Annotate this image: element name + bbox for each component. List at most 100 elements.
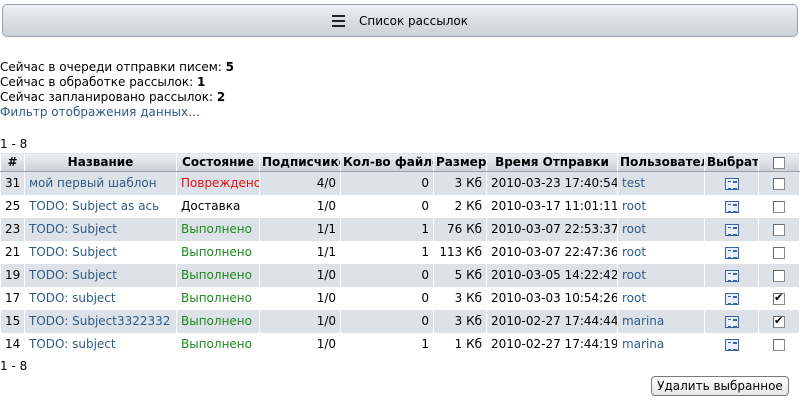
row-checkbox[interactable] (773, 200, 785, 213)
cell-select[interactable] (704, 240, 759, 264)
cell-user[interactable]: root (617, 217, 705, 241)
cell-checkbox[interactable] (758, 194, 800, 218)
col-header-id[interactable]: # (0, 152, 25, 172)
col-header-send-time[interactable]: Время Отправки (486, 152, 618, 172)
row-checkbox[interactable] (773, 223, 785, 236)
cell-files: 0 (340, 171, 434, 195)
select-all-checkbox[interactable] (773, 156, 785, 169)
cell-checkbox[interactable] (758, 171, 800, 195)
filter-link[interactable]: Фильтр отображения данных… (0, 105, 200, 119)
select-template-icon[interactable] (724, 200, 739, 213)
cell-send-time: 2010-03-17 11:01:11 (486, 194, 618, 218)
mailing-name-link[interactable]: TODO: Subject3322332 (29, 314, 170, 328)
mailing-name-link[interactable]: TODO: Subject (29, 245, 117, 259)
stat-scheduled: Сейчас запланировано рассылок: 2 (0, 90, 226, 104)
mailing-name-link[interactable]: TODO: Subject as acь (29, 199, 159, 213)
page-header: Список рассылок (2, 4, 798, 37)
cell-status: Выполнено (176, 263, 260, 287)
select-template-icon[interactable] (724, 177, 739, 190)
cell-user[interactable]: marina (617, 309, 705, 333)
mailing-name-link[interactable]: TODO: Subject (29, 268, 117, 282)
table-row: 15 TODO: Subject3322332 Выполнено 1/0 0 3 Кб 2… (0, 309, 800, 333)
cell-name[interactable]: TODO: subject (24, 286, 177, 310)
user-link[interactable]: root (622, 199, 646, 213)
cell-subscribers: 1/1 (259, 240, 341, 264)
cell-checkbox[interactable] (758, 217, 800, 241)
cell-size: 3 Кб (433, 286, 487, 310)
cell-id: 14 (0, 332, 25, 356)
user-link[interactable]: marina (622, 314, 664, 328)
row-checkbox[interactable] (773, 338, 785, 351)
mailing-name-link[interactable]: TODO: Subject (29, 222, 117, 236)
cell-subscribers: 1/1 (259, 217, 341, 241)
row-checkbox[interactable] (773, 269, 785, 282)
row-checkbox[interactable] (773, 314, 785, 328)
cell-select[interactable] (704, 332, 759, 356)
cell-name[interactable]: TODO: Subject (24, 217, 177, 241)
cell-files: 1 (340, 332, 434, 356)
row-checkbox[interactable] (773, 291, 785, 305)
cell-select[interactable] (704, 194, 759, 218)
cell-status: Повреждено (176, 171, 260, 195)
select-template-icon[interactable] (724, 269, 739, 282)
col-header-name[interactable]: Название (24, 152, 177, 172)
cell-name[interactable]: TODO: Subject (24, 240, 177, 264)
cell-select[interactable] (704, 217, 759, 241)
cell-user[interactable]: root (617, 194, 705, 218)
cell-name[interactable]: TODO: Subject as acь (24, 194, 177, 218)
user-link[interactable]: marina (622, 337, 664, 351)
pagination-range-bottom: 1 - 8 (0, 359, 28, 373)
col-header-user[interactable]: Пользователь (617, 152, 705, 172)
select-template-icon[interactable] (724, 315, 739, 328)
cell-checkbox[interactable] (758, 286, 800, 310)
cell-user[interactable]: root (617, 240, 705, 264)
mailing-name-link[interactable]: мой первый шаблон (29, 176, 157, 190)
col-header-subscribers[interactable]: Подписчиков (259, 152, 341, 172)
user-link[interactable]: test (622, 176, 645, 190)
cell-name[interactable]: TODO: Subject3322332 (24, 309, 177, 333)
cell-select[interactable] (704, 309, 759, 333)
mailing-name-link[interactable]: TODO: subject (29, 291, 116, 305)
col-header-size[interactable]: Размер (433, 152, 487, 172)
cell-name[interactable]: мой первый шаблон (24, 171, 177, 195)
cell-send-time: 2010-03-03 10:54:26 (486, 286, 618, 310)
cell-id: 19 (0, 263, 25, 287)
cell-select[interactable] (704, 286, 759, 310)
cell-status: Выполнено (176, 332, 260, 356)
menu-icon[interactable] (332, 14, 346, 27)
table-row: 14 TODO: subject Выполнено 1/0 1 1 Кб 2010-02-… (0, 332, 800, 356)
cell-user[interactable]: marina (617, 332, 705, 356)
select-template-icon[interactable] (724, 246, 739, 259)
user-link[interactable]: root (622, 222, 646, 236)
user-link[interactable]: root (622, 245, 646, 259)
user-link[interactable]: root (622, 291, 646, 305)
cell-name[interactable]: TODO: subject (24, 332, 177, 356)
cell-files: 0 (340, 194, 434, 218)
cell-checkbox[interactable] (758, 263, 800, 287)
col-header-status[interactable]: Состояние (176, 152, 260, 172)
pagination-range-top: 1 - 8 (0, 137, 28, 151)
cell-size: 3 Кб (433, 309, 487, 333)
cell-select[interactable] (704, 171, 759, 195)
select-template-icon[interactable] (724, 223, 739, 236)
select-template-icon[interactable] (724, 338, 739, 351)
delete-selected-button[interactable]: Удалить выбранное (651, 376, 789, 396)
col-header-select-all[interactable] (758, 152, 800, 172)
user-link[interactable]: root (622, 268, 646, 282)
cell-name[interactable]: TODO: Subject (24, 263, 177, 287)
cell-user[interactable]: root (617, 286, 705, 310)
cell-select[interactable] (704, 263, 759, 287)
cell-checkbox[interactable] (758, 332, 800, 356)
cell-status: Выполнено (176, 217, 260, 241)
cell-user[interactable]: test (617, 171, 705, 195)
cell-checkbox[interactable] (758, 240, 800, 264)
select-template-icon[interactable] (724, 292, 739, 305)
col-header-files[interactable]: Кол-во файлов (340, 152, 434, 172)
cell-user[interactable]: root (617, 263, 705, 287)
row-checkbox[interactable] (773, 177, 785, 190)
cell-status: Выполнено (176, 309, 260, 333)
cell-id: 31 (0, 171, 25, 195)
mailing-name-link[interactable]: TODO: subject (29, 337, 116, 351)
row-checkbox[interactable] (773, 246, 785, 259)
cell-checkbox[interactable] (758, 309, 800, 333)
